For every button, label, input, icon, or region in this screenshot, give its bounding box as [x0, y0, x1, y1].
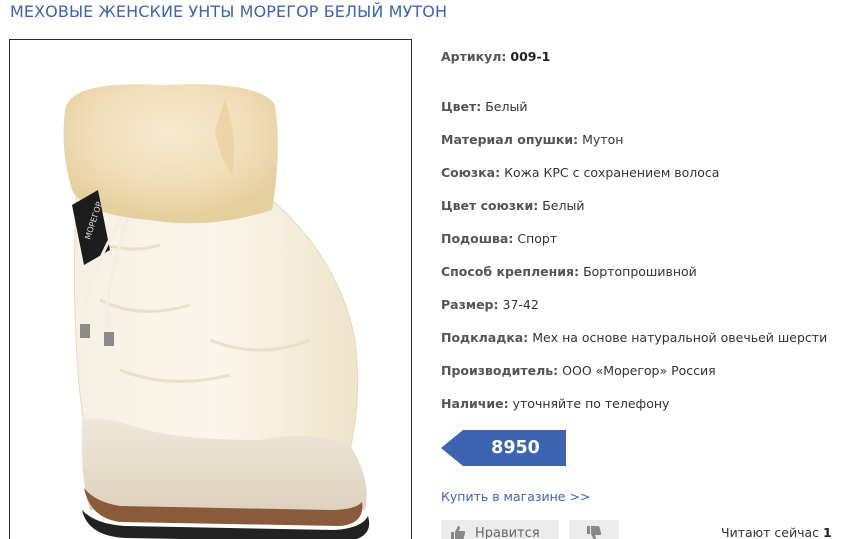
readers-label: Читают сейчас [721, 525, 820, 539]
thumbs-down-icon [587, 526, 602, 539]
spec-sole: Подошва: Спорт [441, 231, 558, 246]
fur-boot-image: МОРЕГОР [63, 84, 370, 539]
spec-lining: Подкладка: Мех на основе натуральной ове… [441, 330, 828, 345]
spec-vamp-color: Цвет союзки: Белый [441, 198, 585, 213]
price-tag: 8950 руб. [441, 430, 566, 494]
spec-trim-material: Материал опушки: Мутон [441, 132, 624, 147]
spec-vamp: Союзка: Кожа КРС с сохранением волоса [441, 165, 720, 180]
buy-in-store-link[interactable]: Купить в магазине >> [441, 489, 590, 504]
product-image[interactable]: МОРЕГОР [9, 39, 412, 539]
like-label: Нравится [475, 525, 540, 539]
price-value: 8950 руб. [491, 438, 540, 494]
readers-now: Читают сейчас 1 [721, 525, 832, 539]
readers-count: 1 [823, 525, 832, 539]
spec-color: Цвет: Белый [441, 99, 528, 114]
spec-manufacturer: Производитель: ООО «Морегор» Россия [441, 363, 716, 378]
spec-availability: Наличие: уточняйте по телефону [441, 396, 670, 411]
spec-size: Размер: 37-42 [441, 297, 539, 312]
spec-article: Артикул: 009-1 [441, 49, 551, 64]
spec-fastening: Способ крепления: Бортопрошивной [441, 264, 697, 279]
thumbs-up-icon [451, 526, 466, 539]
dislike-button[interactable] [569, 520, 619, 539]
like-button[interactable]: Нравится [441, 520, 559, 539]
page-title: МЕХОВЫЕ ЖЕНСКИЕ УНТЫ МОРЕГОР БЕЛЫЙ МУТОН [10, 2, 448, 21]
